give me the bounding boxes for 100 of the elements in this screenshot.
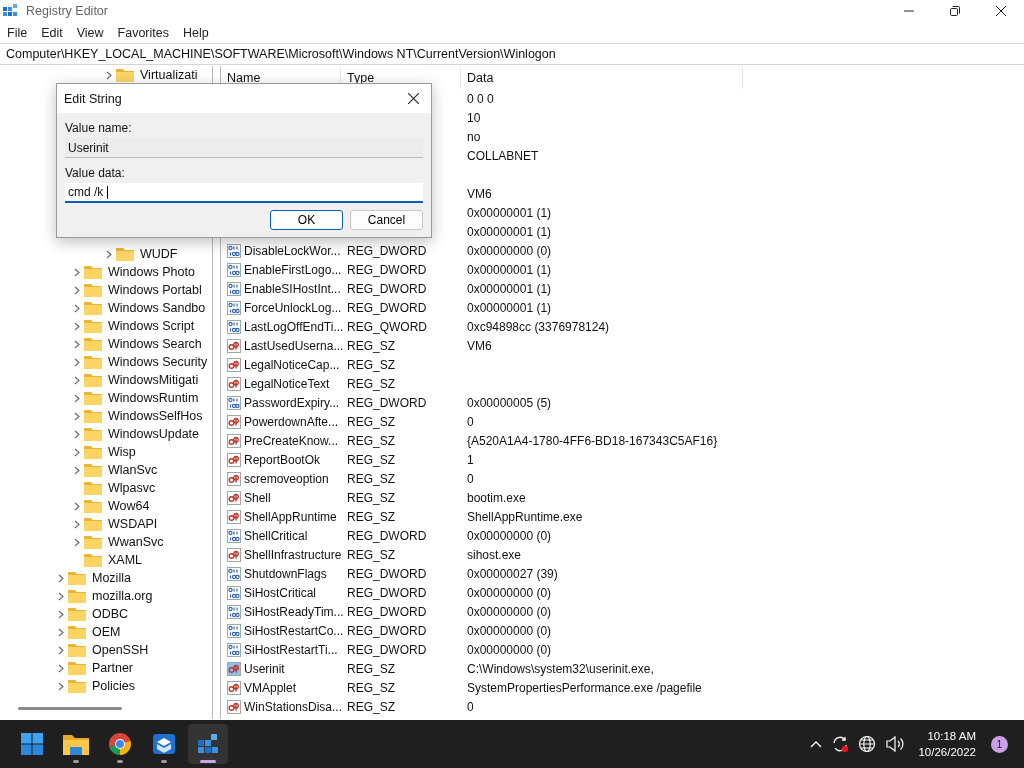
- address-field[interactable]: Computer\HKEY_LOCAL_MACHINE\SOFTWARE\Microsoft\Windows NT\CurrentVersion\Winlogon: [0, 43, 1024, 65]
- tree-item[interactable]: Policies: [92, 679, 136, 693]
- menu-item[interactable]: File: [7, 25, 28, 40]
- expand-icon[interactable]: [58, 591, 64, 601]
- clock-time[interactable]: 10:18 AM: [927, 728, 976, 744]
- value-name[interactable]: scremoveoption: [244, 471, 329, 486]
- value-data: sihost.exe: [467, 547, 522, 562]
- tree-item[interactable]: Virtualizati: [140, 68, 198, 82]
- value-name[interactable]: EnableFirstLogo...: [244, 262, 342, 277]
- tree-item[interactable]: Wow64: [108, 499, 150, 513]
- globe-icon[interactable]: [858, 735, 877, 753]
- expand-icon[interactable]: [74, 519, 80, 529]
- folder-icon: [68, 661, 86, 675]
- tree-item[interactable]: WindowsSelfHos: [108, 409, 203, 423]
- expand-icon[interactable]: [74, 429, 80, 439]
- value-name[interactable]: SiHostCritical: [244, 585, 316, 600]
- expand-icon[interactable]: [58, 663, 64, 673]
- tree-item[interactable]: Partner: [92, 661, 133, 675]
- tree-item[interactable]: Windows Portabl: [108, 283, 202, 297]
- expand-icon[interactable]: [74, 537, 80, 547]
- value-name[interactable]: SiHostReadyTim...: [244, 604, 344, 619]
- value-name[interactable]: EnableSIHostInt...: [244, 281, 341, 296]
- dialog-button[interactable]: OK: [270, 210, 343, 230]
- tree-item[interactable]: OpenSSH: [92, 643, 149, 657]
- value-name[interactable]: Userinit: [244, 661, 285, 676]
- sync-icon[interactable]: [831, 735, 850, 753]
- value-name[interactable]: ReportBootOk: [244, 452, 321, 467]
- value-type: REG_SZ: [347, 414, 395, 429]
- value-type: REG_DWORD: [347, 243, 427, 258]
- expand-icon[interactable]: [74, 339, 80, 349]
- chevron-up-icon[interactable]: [810, 740, 823, 748]
- expand-icon[interactable]: [106, 249, 112, 259]
- value-name[interactable]: PasswordExpiry...: [244, 395, 340, 410]
- expand-icon[interactable]: [74, 303, 80, 313]
- menu-item[interactable]: Favorites: [117, 25, 169, 40]
- tree-item[interactable]: WindowsRuntim: [108, 391, 199, 405]
- expand-icon[interactable]: [74, 393, 80, 403]
- value-name[interactable]: PreCreateKnow...: [244, 433, 339, 448]
- tree-item[interactable]: Wisp: [108, 445, 136, 459]
- expand-icon[interactable]: [58, 681, 64, 691]
- menu-item[interactable]: Edit: [41, 25, 63, 40]
- value-name[interactable]: LastLogOffEndTi...: [244, 319, 344, 334]
- expand-icon[interactable]: [106, 70, 112, 80]
- tree-item[interactable]: Mozilla: [92, 571, 131, 585]
- expand-icon[interactable]: [74, 267, 80, 277]
- value-name[interactable]: SiHostRestartCo...: [244, 623, 344, 638]
- value-name[interactable]: WinStationsDisa...: [244, 699, 343, 714]
- value-type: REG_DWORD: [347, 585, 427, 600]
- value-name[interactable]: LegalNoticeText: [244, 376, 330, 391]
- menu-item[interactable]: Help: [183, 25, 209, 40]
- tree-item[interactable]: Windows Search: [108, 337, 202, 351]
- expand-icon[interactable]: [58, 627, 64, 637]
- expand-icon[interactable]: [58, 609, 64, 619]
- value-name[interactable]: ShellCritical: [244, 528, 308, 543]
- expand-icon[interactable]: [74, 465, 80, 475]
- tree-item[interactable]: WindowsUpdate: [108, 427, 199, 441]
- expand-icon[interactable]: [74, 357, 80, 367]
- tree-item[interactable]: mozilla.org: [92, 589, 153, 603]
- value-name[interactable]: LegalNoticeCap...: [244, 357, 340, 372]
- value-name[interactable]: Shell: [244, 490, 271, 505]
- dialog-button[interactable]: Cancel: [350, 210, 423, 230]
- column-header[interactable]: Data: [461, 68, 743, 89]
- input-field[interactable]: cmd /k: [65, 183, 423, 203]
- tree-item[interactable]: Windows Security: [108, 355, 208, 369]
- tree-item[interactable]: Wlpasvc: [108, 481, 156, 495]
- menu-item[interactable]: View: [76, 25, 104, 40]
- speaker-icon[interactable]: [885, 736, 906, 752]
- value-name[interactable]: PowerdownAfte...: [244, 414, 339, 429]
- expand-icon[interactable]: [74, 321, 80, 331]
- tree-item[interactable]: OEM: [92, 625, 121, 639]
- value-name[interactable]: LastUsedUserna...: [244, 338, 344, 353]
- tree-item[interactable]: XAML: [108, 553, 143, 567]
- expand-icon[interactable]: [74, 501, 80, 511]
- tree-item[interactable]: WwanSvc: [108, 535, 164, 549]
- expand-icon[interactable]: [74, 411, 80, 421]
- tree-item[interactable]: WUDF: [140, 247, 178, 261]
- tree-item[interactable]: Windows Script: [108, 319, 195, 333]
- expand-icon[interactable]: [58, 573, 64, 583]
- value-name[interactable]: VMApplet: [244, 680, 297, 695]
- value-name[interactable]: SiHostRestartTi...: [244, 642, 338, 657]
- notification-badge[interactable]: 1: [991, 735, 1008, 753]
- tree-item[interactable]: Windows Photo: [108, 265, 195, 279]
- tree-item[interactable]: WlanSvc: [108, 463, 158, 477]
- scrollbar-thumb[interactable]: [18, 706, 122, 710]
- clock-date[interactable]: 10/26/2022: [918, 744, 976, 760]
- tree-item[interactable]: WSDAPI: [108, 517, 158, 531]
- expand-icon[interactable]: [74, 447, 80, 457]
- tree-item[interactable]: ODBC: [92, 607, 129, 621]
- expand-icon[interactable]: [74, 375, 80, 385]
- tree-item[interactable]: Windows Sandbo: [108, 301, 206, 315]
- tree-item[interactable]: WindowsMitigati: [108, 373, 199, 387]
- value-name[interactable]: ShellInfrastructure: [244, 547, 342, 562]
- value-name[interactable]: ShellAppRuntime: [244, 509, 337, 524]
- expand-icon[interactable]: [74, 285, 80, 295]
- taskbar-app-button[interactable]: [188, 724, 228, 764]
- value-name[interactable]: ForceUnlockLog...: [244, 300, 342, 315]
- value-name[interactable]: DisableLockWor...: [244, 243, 341, 258]
- value-name[interactable]: ShutdownFlags: [244, 566, 327, 581]
- expand-icon[interactable]: [58, 645, 64, 655]
- input-field[interactable]: Userinit: [65, 138, 423, 158]
